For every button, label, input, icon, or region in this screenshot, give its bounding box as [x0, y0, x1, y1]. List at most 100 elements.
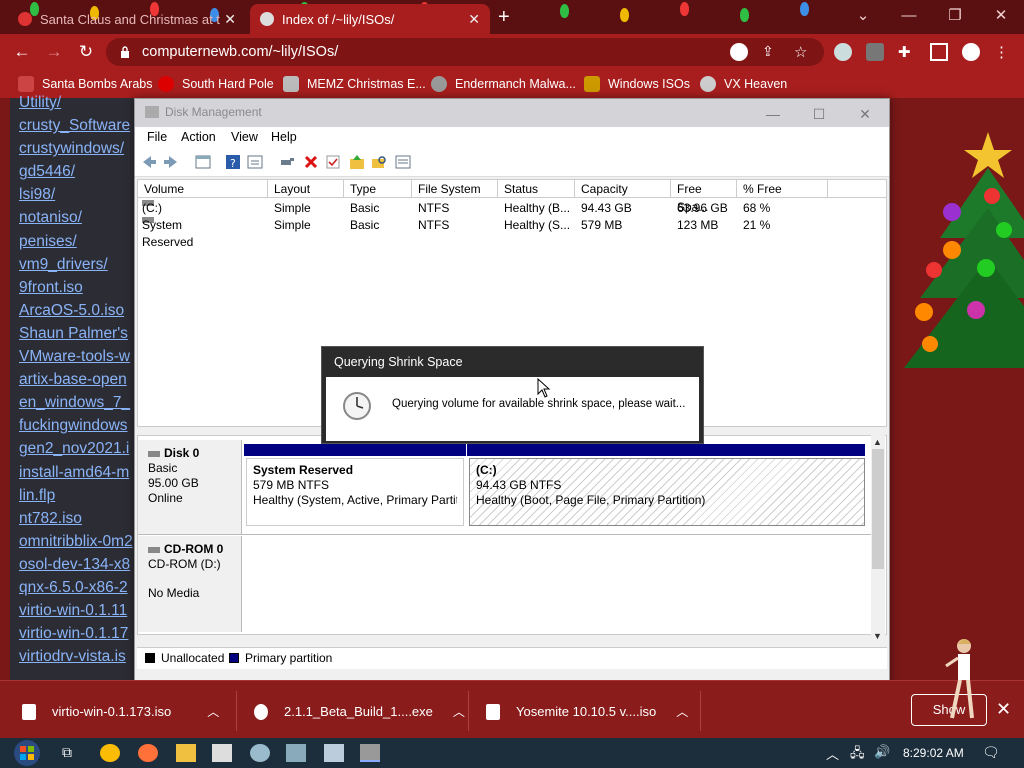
file-link[interactable]: crusty_Software	[19, 117, 139, 140]
file-link[interactable]: vm9_drivers/	[19, 256, 139, 279]
folder-search-icon[interactable]	[371, 154, 387, 170]
network-icon[interactable]: 🖧	[850, 744, 870, 762]
address-bar[interactable]: computernewb.com/~lily/ISOs/	[106, 38, 824, 66]
bookmark-south-hard-pole[interactable]: South Hard Pole	[158, 76, 274, 92]
app-icon[interactable]	[286, 744, 306, 762]
disk-management-taskbar-icon[interactable]	[360, 744, 380, 762]
back-icon[interactable]	[141, 154, 157, 170]
list-view-icon[interactable]	[395, 154, 411, 170]
file-link[interactable]: gen2_nov2021.i	[19, 440, 139, 463]
column-header-type[interactable]: Type	[344, 180, 412, 198]
file-link[interactable]: notaniso/	[19, 209, 139, 232]
scroll-up-icon[interactable]: ▲	[873, 437, 882, 447]
file-link[interactable]: en_windows_7_	[19, 394, 139, 417]
app-icon[interactable]	[324, 744, 344, 762]
file-link[interactable]: VMware-tools-w	[19, 348, 139, 371]
file-link[interactable]: lsi98/	[19, 186, 139, 209]
bookmark-vx-heaven[interactable]: VX Heaven	[700, 76, 787, 92]
minimize-icon[interactable]: —	[886, 0, 932, 30]
download-item-virtio[interactable]: virtio-win-0.1.173.iso ︿	[22, 703, 219, 720]
file-link[interactable]: omnitribblix-0m2	[19, 533, 139, 556]
menu-view[interactable]: View	[231, 130, 258, 144]
notifications-icon[interactable]: 🗨	[982, 744, 1002, 762]
app-icon[interactable]	[212, 744, 232, 762]
delete-icon[interactable]	[303, 154, 319, 170]
disk-0-label[interactable]: Disk 0 Basic 95.00 GB Online	[138, 440, 242, 534]
column-header-status[interactable]: Status	[498, 180, 575, 198]
tab-index-of-isos[interactable]: Index of /~lily/ISOs/ ✕	[250, 4, 490, 34]
new-tab-icon[interactable]: +	[498, 6, 510, 29]
forward-icon[interactable]	[163, 154, 179, 170]
bookmark-star-icon[interactable]: ☆	[794, 43, 812, 61]
check-icon[interactable]	[325, 154, 341, 170]
file-link[interactable]: install-amd64-m	[19, 464, 139, 487]
chrome-icon[interactable]	[100, 744, 120, 762]
menu-file[interactable]: File	[147, 130, 167, 144]
file-link[interactable]: penises/	[19, 233, 139, 256]
connect-icon[interactable]	[279, 154, 295, 170]
console-tree-icon[interactable]	[195, 154, 211, 170]
puzzle-icon[interactable]: ✚	[898, 43, 916, 61]
bookmark-endermanch[interactable]: Endermanch Malwa...	[431, 76, 576, 92]
column-header-filesystem[interactable]: File System	[412, 180, 498, 198]
file-link[interactable]: Utility/	[19, 94, 139, 117]
menu-action[interactable]: Action	[181, 130, 216, 144]
forward-icon[interactable]: →	[44, 42, 64, 62]
file-link[interactable]: 9front.iso	[19, 279, 139, 302]
column-header-volume[interactable]: Volume	[138, 180, 268, 198]
file-link[interactable]: qnx-6.5.0-x86-2	[19, 579, 139, 602]
maximize-icon[interactable]: ☐	[799, 101, 839, 122]
file-link[interactable]: artix-base-open	[19, 371, 139, 394]
profile-avatar-icon[interactable]	[962, 43, 980, 61]
volume-icon[interactable]: 🔊	[874, 744, 894, 762]
close-icon[interactable]: ✕	[845, 101, 885, 122]
partition-c[interactable]: (C:) 94.43 GB NTFS Healthy (Boot, Page F…	[469, 458, 865, 526]
file-link[interactable]: gd5446/	[19, 163, 139, 186]
download-item-beta-build[interactable]: 2.1.1_Beta_Build_1....exe ︿	[254, 703, 465, 720]
help-icon[interactable]: ?	[225, 154, 241, 170]
table-row[interactable]: System Reserved Simple Basic NTFS Health…	[138, 217, 886, 249]
bookmark-santa-bombs[interactable]: Santa Bombs Arabs	[18, 76, 152, 92]
folder-up-icon[interactable]	[349, 154, 365, 170]
file-link[interactable]: nt782.iso	[19, 510, 139, 533]
close-window-icon[interactable]: ✕	[978, 0, 1024, 30]
reload-icon[interactable]: ↻	[76, 42, 96, 62]
chevron-up-icon[interactable]: ︿	[676, 703, 688, 720]
windows-start-icon[interactable]	[10, 739, 44, 767]
sidebar-icon[interactable]	[930, 43, 948, 61]
partition-system-reserved[interactable]: System Reserved 579 MB NTFS Healthy (Sys…	[246, 458, 464, 526]
column-header-free-space[interactable]: Free Spa...	[671, 180, 737, 214]
column-header-layout[interactable]: Layout	[268, 180, 344, 198]
window-titlebar[interactable]: Disk Management — ☐ ✕	[135, 99, 889, 127]
back-icon[interactable]: ←	[12, 42, 32, 62]
vertical-scrollbar[interactable]: ▲ ▼	[871, 435, 885, 645]
minimize-icon[interactable]: —	[753, 101, 793, 122]
column-header-percent-free[interactable]: % Free	[737, 180, 828, 198]
file-link[interactable]: virtio-win-0.1.17	[19, 625, 139, 648]
firefox-icon[interactable]	[138, 744, 158, 762]
file-link[interactable]: crustywindows/	[19, 140, 139, 163]
close-tab-icon[interactable]: ✕	[224, 11, 236, 28]
extension-icon[interactable]	[834, 43, 852, 61]
file-link[interactable]: fuckingwindows	[19, 417, 139, 440]
file-explorer-icon[interactable]	[176, 744, 196, 762]
restore-icon[interactable]: ❐	[932, 0, 978, 30]
table-row[interactable]: (C:) Simple Basic NTFS Healthy (B... 94.…	[138, 200, 886, 217]
task-view-icon[interactable]: ⧉	[62, 744, 82, 762]
properties-icon[interactable]	[247, 154, 263, 170]
file-link[interactable]: virtiodrv-vista.is	[19, 648, 139, 671]
scroll-thumb[interactable]	[872, 449, 884, 569]
tab-search-icon[interactable]: ⌄	[840, 0, 886, 30]
chevron-up-icon[interactable]: ︿	[826, 744, 846, 762]
close-downloads-icon[interactable]: ✕	[996, 699, 1011, 720]
file-link[interactable]: ArcaOS-5.0.iso	[19, 302, 139, 325]
cdrom-0-label[interactable]: CD-ROM 0 CD-ROM (D:) No Media	[138, 536, 242, 632]
file-link[interactable]: lin.flp	[19, 487, 139, 510]
file-link[interactable]: osol-dev-134-x8	[19, 556, 139, 579]
share-icon[interactable]: ⇪	[762, 43, 780, 61]
file-link[interactable]: Shaun Palmer's	[19, 325, 139, 348]
menu-help[interactable]: Help	[271, 130, 297, 144]
menu-icon[interactable]: ⋮	[994, 43, 1012, 61]
tab-santa-claus[interactable]: Santa Claus and Christmas at th ✕	[8, 4, 246, 34]
file-link[interactable]: virtio-win-0.1.11	[19, 602, 139, 625]
